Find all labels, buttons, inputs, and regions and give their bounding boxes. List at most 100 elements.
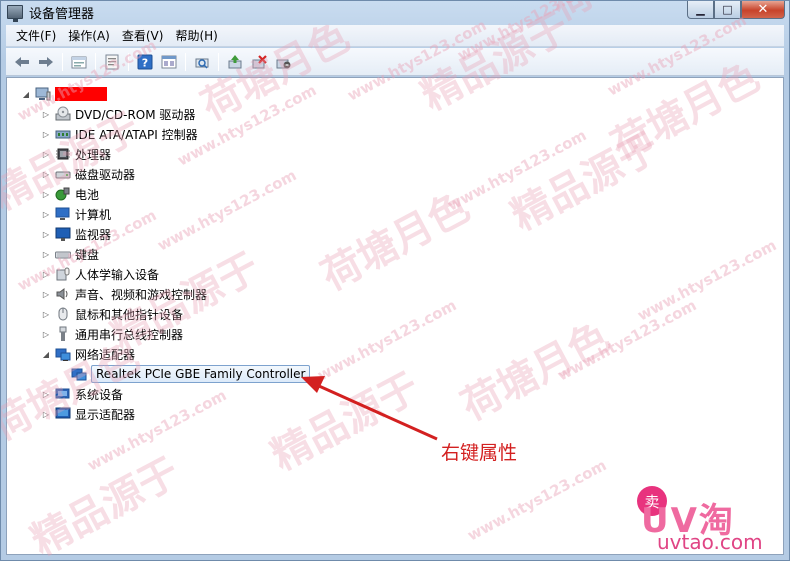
expand-arrow-icon[interactable]: ▷ (41, 129, 51, 139)
window-controls: ▁ □ ✕ (687, 1, 785, 19)
toolbar-separator (62, 52, 63, 71)
network-card-icon (71, 366, 87, 382)
category-label: DVD/CD-ROM 驱动器 (75, 107, 196, 122)
expand-arrow-icon[interactable]: ▷ (41, 309, 51, 319)
tree-category-expanded[interactable]: ◢ 网络适配器 (41, 344, 135, 364)
device-manager-app-icon (7, 5, 23, 22)
collapse-arrow-icon[interactable]: ◢ (41, 349, 51, 359)
tree-root[interactable]: ◢ (21, 84, 107, 104)
toolbar-separator (218, 52, 219, 71)
menu-help[interactable]: 帮助(H) (169, 27, 223, 44)
help-icon[interactable]: ? (135, 52, 155, 72)
toolbar: ? (6, 48, 784, 76)
system-device-icon (55, 386, 71, 402)
category-label: 键盘 (75, 247, 100, 262)
menu-file[interactable]: 文件(F) (10, 27, 62, 44)
tree-category[interactable]: ▷ 磁盘驱动器 (41, 164, 135, 184)
tree-category[interactable]: ▷ 显示适配器 (41, 404, 135, 424)
uninstall-icon[interactable] (273, 52, 293, 72)
category-label: 通用串行总线控制器 (75, 327, 184, 342)
tree-category[interactable]: ▷ IDE ATA/ATAPI 控制器 (41, 124, 198, 144)
ide-controller-icon (55, 126, 71, 142)
menu-bar: 文件(F) 操作(A) 查看(V) 帮助(H) (6, 25, 784, 47)
usb-icon (55, 326, 71, 342)
back-arrow-icon[interactable] (12, 52, 32, 72)
toolbar-separator (128, 52, 129, 71)
device-label[interactable]: Realtek PCIe GBE Family Controller (91, 365, 311, 383)
tree-category[interactable]: ▷ 计算机 (41, 204, 111, 224)
disable-device-icon[interactable] (249, 52, 269, 72)
menu-action[interactable]: 操作(A) (62, 27, 116, 44)
tree-category[interactable]: ▷ 通用串行总线控制器 (41, 324, 183, 344)
svg-text:?: ? (142, 56, 148, 69)
dvd-icon (55, 106, 71, 122)
annotation-text: 右键属性 (441, 442, 518, 464)
display-adapter-icon (55, 406, 71, 422)
tree-category[interactable]: ▷ 鼠标和其他指针设备 (41, 304, 183, 324)
view-icon[interactable] (159, 52, 179, 72)
properties-icon[interactable] (102, 52, 122, 72)
tree-category[interactable]: ▷ 键盘 (41, 244, 99, 264)
window-title: 设备管理器 (29, 6, 95, 22)
expand-arrow-icon[interactable]: ▷ (41, 149, 51, 159)
expand-arrow-icon[interactable]: ▷ (41, 189, 51, 199)
tree-category[interactable]: ▷ 人体学输入设备 (41, 264, 159, 284)
monitor-icon (55, 226, 71, 242)
collapse-arrow-icon[interactable]: ◢ (21, 89, 31, 99)
expand-arrow-icon[interactable]: ▷ (41, 109, 51, 119)
update-driver-icon[interactable] (225, 52, 245, 72)
toolbar-separator (95, 52, 96, 71)
tree-category[interactable]: ▷ DVD/CD-ROM 驱动器 (41, 104, 195, 124)
category-label: 显示适配器 (75, 407, 136, 422)
expand-arrow-icon[interactable]: ▷ (41, 389, 51, 399)
mouse-icon (55, 306, 71, 322)
computer-icon (55, 206, 71, 222)
expand-arrow-icon[interactable]: ▷ (41, 289, 51, 299)
hid-icon (55, 266, 71, 282)
expand-arrow-icon[interactable]: ▷ (41, 229, 51, 239)
tree-device-selected[interactable]: Realtek PCIe GBE Family Controller (71, 364, 311, 384)
maximize-button[interactable]: □ (714, 1, 741, 19)
expand-arrow-icon[interactable]: ▷ (41, 169, 51, 179)
category-label: 鼠标和其他指针设备 (75, 307, 184, 322)
computer-root-icon (35, 86, 51, 102)
expand-arrow-icon[interactable]: ▷ (41, 269, 51, 279)
toolbar-separator (185, 52, 186, 71)
category-label: 声音、视频和游戏控制器 (75, 287, 208, 302)
up-level-icon[interactable] (69, 52, 89, 72)
category-label: IDE ATA/ATAPI 控制器 (75, 127, 198, 142)
title-bar[interactable]: 设备管理器 ▁ □ ✕ (1, 1, 789, 23)
category-label: 计算机 (75, 207, 112, 222)
category-label: 电池 (75, 187, 100, 202)
expand-arrow-icon[interactable]: ▷ (41, 409, 51, 419)
close-button[interactable]: ✕ (741, 1, 785, 19)
tree-category[interactable]: ▷ 声音、视频和游戏控制器 (41, 284, 207, 304)
category-label: 处理器 (75, 147, 112, 162)
logo-url: uvtao.com (657, 530, 763, 554)
minimize-button[interactable]: ▁ (687, 1, 714, 19)
menu-view[interactable]: 查看(V) (116, 27, 170, 44)
keyboard-icon (55, 246, 71, 262)
category-label: 网络适配器 (75, 347, 136, 362)
expand-arrow-icon[interactable]: ▷ (41, 329, 51, 339)
category-label: 监视器 (75, 227, 112, 242)
device-tree-pane[interactable]: ◢ ▷ DVD/CD-ROM 驱动器 ▷ IDE ATA/ATAPI 控制器 ▷… (6, 77, 784, 555)
forward-arrow-icon[interactable] (36, 52, 56, 72)
device-manager-window: 设备管理器 ▁ □ ✕ 文件(F) 操作(A) 查看(V) 帮助(H) ? ◢ … (0, 0, 790, 561)
battery-icon (55, 186, 71, 202)
redacted-computer-name (55, 87, 107, 101)
expand-arrow-icon[interactable]: ▷ (41, 209, 51, 219)
tree-category[interactable]: ▷ 监视器 (41, 224, 111, 244)
processor-icon (55, 146, 71, 162)
category-label: 磁盘驱动器 (75, 167, 136, 182)
sound-icon (55, 286, 71, 302)
tree-category[interactable]: ▷ 处理器 (41, 144, 111, 164)
scan-hardware-icon[interactable] (192, 52, 212, 72)
category-label: 人体学输入设备 (75, 267, 160, 282)
category-label: 系统设备 (75, 387, 124, 402)
tree-category[interactable]: ▷ 系统设备 (41, 384, 123, 404)
disk-drive-icon (55, 166, 71, 182)
expand-arrow-icon[interactable]: ▷ (41, 249, 51, 259)
tree-category[interactable]: ▷ 电池 (41, 184, 99, 204)
network-adapter-icon (55, 346, 71, 362)
